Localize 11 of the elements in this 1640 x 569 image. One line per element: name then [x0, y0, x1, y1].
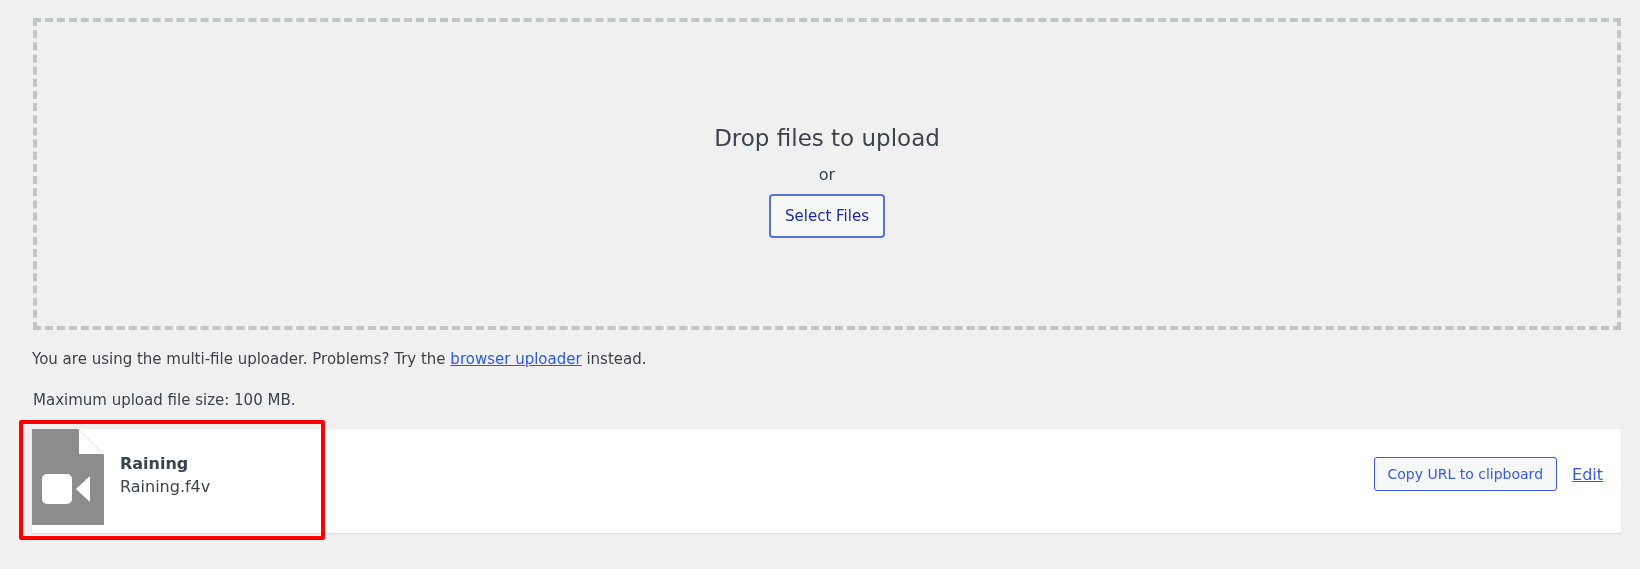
copy-url-button[interactable]: Copy URL to clipboard — [1373, 457, 1557, 491]
select-files-button[interactable]: Select Files — [769, 193, 885, 238]
drop-zone[interactable]: Drop files to upload or Select Files — [33, 18, 1621, 330]
max-size-note: Maximum upload file size: 100 MB. — [33, 391, 297, 409]
or-label: or — [818, 164, 836, 184]
uploader-notice: You are using the multi-file uploader. Problems? Try the browser uploader instead. — [32, 350, 648, 368]
edit-link[interactable]: Edit — [1572, 465, 1603, 484]
media-title: Raining — [120, 454, 190, 473]
drop-title: Drop files to upload — [714, 124, 940, 151]
browser-uploader-link[interactable]: browser uploader — [450, 350, 582, 368]
media-filename: Raining.f4v — [120, 477, 211, 496]
